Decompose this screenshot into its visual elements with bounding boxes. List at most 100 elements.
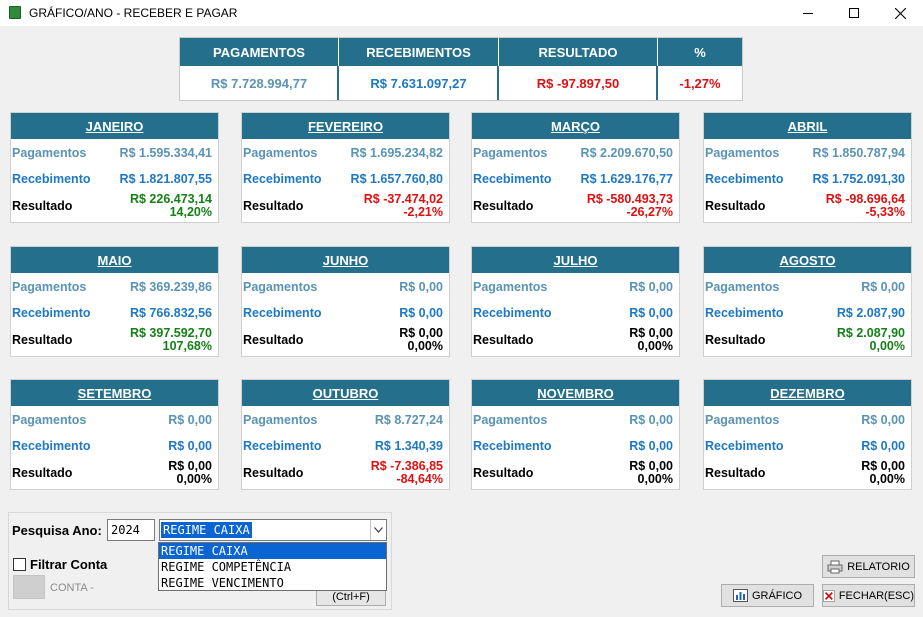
conta-button[interactable] (13, 575, 45, 599)
resultado-label: Resultado (243, 333, 304, 347)
resultado-percent: -84,64% (396, 472, 443, 486)
filtrar-conta-checkbox[interactable] (13, 558, 26, 571)
resultado-percent: 0,00% (869, 339, 905, 353)
month-card-7: JULHO Pagamentos R$ 0,00 Recebimento R$ 0,00… (471, 246, 680, 357)
resultado-percent: 107,68% (162, 339, 212, 353)
app-icon (9, 6, 21, 19)
summary-header: RESULTADO (499, 38, 657, 66)
resultado-label: Resultado (473, 333, 534, 347)
resultado-label: Resultado (705, 199, 766, 213)
resultado-label: Resultado (243, 199, 304, 213)
printer-icon (827, 560, 843, 573)
summary-value: R$ -97.897,50 (536, 75, 620, 91)
pagamentos-value: R$ 1.695.234,82 (350, 146, 443, 160)
resultado-value: R$ 397.592,70 107,68% (130, 327, 212, 353)
summary-percent: % -1,27% (658, 38, 742, 100)
resultado-percent: -2,21% (403, 205, 443, 219)
month-card-5: MAIO Pagamentos R$ 369.239,86 Recebimento R$… (10, 246, 219, 357)
month-title[interactable]: JUNHO (242, 247, 449, 273)
summary-value: R$ 7.631.097,27 (370, 75, 467, 91)
recebimento-label: Recebimento (12, 439, 91, 453)
month-title[interactable]: JANEIRO (11, 113, 218, 139)
pagamentos-label: Pagamentos (12, 413, 87, 427)
summary-value: -1,27% (679, 75, 721, 91)
month-card-1: JANEIRO Pagamentos R$ 1.595.334,41 Recebime… (10, 112, 219, 223)
year-input[interactable]: 2024 (107, 519, 155, 541)
month-title[interactable]: DEZEMBRO (704, 380, 911, 406)
maximize-button[interactable] (831, 0, 877, 26)
resultado-value: R$ 2.087,90 0,00% (837, 327, 905, 353)
month-title[interactable]: JULHO (472, 247, 679, 273)
regime-option-caixa[interactable]: REGIME CAIXA (159, 543, 386, 559)
summary-pagamentos: PAGAMENTOS R$ 7.728.994,77 (180, 38, 338, 100)
resultado-label: Resultado (473, 466, 534, 480)
pagamentos-label: Pagamentos (243, 413, 318, 427)
grafico-button[interactable]: GRÁFICO (721, 584, 814, 607)
recebimento-label: Recebimento (705, 172, 784, 186)
recebimento-value: R$ 1.821.807,55 (119, 172, 212, 186)
resultado-percent: -5,33% (865, 205, 905, 219)
pagamentos-label: Pagamentos (473, 413, 548, 427)
month-title[interactable]: MARÇO (472, 113, 679, 139)
recebimento-value: R$ 1.629.176,77 (580, 172, 673, 186)
resultado-percent: 0,00% (407, 339, 443, 353)
chevron-down-icon[interactable] (370, 520, 386, 540)
regime-option-competencia[interactable]: REGIME COMPETÊNCIA (159, 559, 386, 575)
relatorio-button[interactable]: RELATORIO (822, 555, 915, 578)
recebimento-value: R$ 0,00 (629, 306, 673, 320)
recebimento-label: Recebimento (12, 306, 91, 320)
pagamentos-value: R$ 0,00 (168, 413, 212, 427)
month-card-8: AGOSTO Pagamentos R$ 0,00 Recebimento R$ 2.0… (703, 246, 912, 357)
resultado-value: R$ 0,00 0,00% (399, 327, 443, 353)
resultado-percent: 0,00% (637, 472, 673, 486)
close-icon (823, 589, 835, 602)
recebimento-label: Recebimento (705, 439, 784, 453)
month-title[interactable]: FEVEREIRO (242, 113, 449, 139)
resultado-value: R$ -7.386,85 -84,64% (371, 460, 443, 486)
pagamentos-label: Pagamentos (243, 146, 318, 160)
title-bar: GRÁFICO/ANO - RECEBER E PAGAR (0, 0, 923, 26)
recebimento-value: R$ 0,00 (399, 306, 443, 320)
recebimento-value: R$ 766.832,56 (129, 306, 212, 320)
pagamentos-value: R$ 0,00 (399, 280, 443, 294)
filtrar-conta-label: Filtrar Conta (30, 557, 108, 572)
month-title[interactable]: OUTUBRO (242, 380, 449, 406)
minimize-button[interactable] (785, 0, 831, 26)
recebimento-label: Recebimento (473, 306, 552, 320)
month-title[interactable]: MAIO (11, 247, 218, 273)
resultado-percent: 0,00% (176, 472, 212, 486)
summary-resultado: RESULTADO R$ -97.897,50 (499, 38, 657, 100)
pagamentos-value: R$ 0,00 (861, 280, 905, 294)
resultado-value: R$ -98.696,64 -5,33% (826, 193, 905, 219)
recebimento-label: Recebimento (12, 172, 91, 186)
regime-select[interactable]: REGIME CAIXA (159, 519, 387, 541)
month-title[interactable]: NOVEMBRO (472, 380, 679, 406)
recebimento-value: R$ 0,00 (168, 439, 212, 453)
close-button[interactable] (877, 0, 923, 26)
pagamentos-label: Pagamentos (12, 280, 87, 294)
resultado-label: Resultado (12, 333, 73, 347)
pagamentos-value: R$ 0,00 (629, 413, 673, 427)
pagamentos-value: R$ 2.209.670,50 (580, 146, 673, 160)
pagamentos-value: R$ 0,00 (861, 413, 905, 427)
summary-header: % (658, 38, 742, 66)
recebimento-label: Recebimento (473, 172, 552, 186)
resultado-label: Resultado (243, 466, 304, 480)
month-card-6: JUNHO Pagamentos R$ 0,00 Recebimento R$ 0,00… (241, 246, 450, 357)
pagamentos-label: Pagamentos (243, 280, 318, 294)
month-title[interactable]: ABRIL (704, 113, 911, 139)
close-icon (894, 7, 906, 19)
month-title[interactable]: AGOSTO (704, 247, 911, 273)
month-title[interactable]: SETEMBRO (11, 380, 218, 406)
regime-option-vencimento[interactable]: REGIME VENCIMENTO (159, 575, 386, 591)
ctrlf-button[interactable]: (Ctrl+F) (316, 589, 386, 606)
fechar-label: FECHAR(ESC) (838, 589, 914, 602)
maximize-icon (849, 8, 859, 18)
month-card-10: OUTUBRO Pagamentos R$ 8.727,24 Recebimento R… (241, 379, 450, 490)
resultado-label: Resultado (473, 199, 534, 213)
pagamentos-label: Pagamentos (705, 413, 780, 427)
fechar-button[interactable]: FECHAR(ESC) (822, 584, 915, 607)
resultado-percent: 0,00% (637, 339, 673, 353)
pagamentos-label: Pagamentos (705, 146, 780, 160)
pagamentos-value: R$ 0,00 (629, 280, 673, 294)
